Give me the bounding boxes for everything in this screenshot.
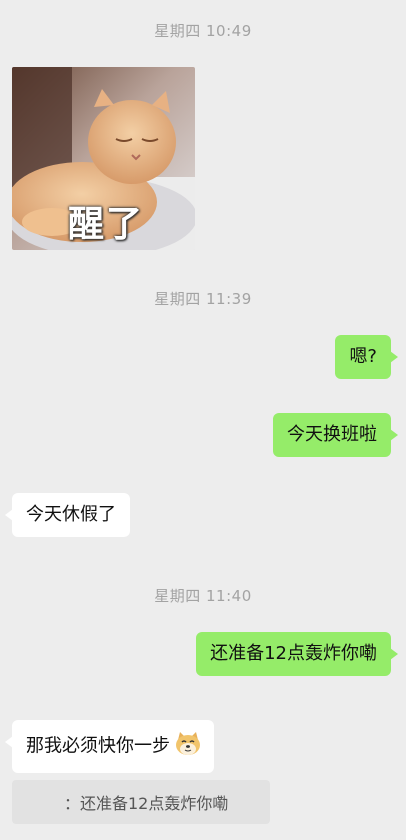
message-bubble-outgoing[interactable]: 今天换班啦 — [273, 413, 398, 457]
quoted-text: ：还准备12点轰炸你嘞 — [64, 794, 229, 813]
timestamp: 星期四 11:39 — [154, 290, 252, 308]
sticker-caption: 醒了 — [68, 204, 145, 245]
quoted-message[interactable]: ：还准备12点轰炸你嘞 — [12, 780, 270, 824]
message-bubble-incoming[interactable]: 今天休假了 — [5, 493, 130, 537]
message-bubble-outgoing[interactable]: 还准备12点轰炸你嘞 — [196, 632, 398, 676]
cat-sticker-image[interactable]: 醒了 — [12, 67, 195, 250]
doge-emoji-icon — [174, 730, 202, 763]
message-text: 还准备12点轰炸你嘞 — [210, 643, 377, 664]
message-bubble-outgoing[interactable]: 嗯? — [335, 335, 398, 379]
message-text: 今天换班啦 — [287, 424, 377, 445]
timestamp: 星期四 11:40 — [154, 587, 252, 605]
message-bubble-incoming[interactable]: 那我必须快你一步 — [5, 720, 214, 773]
timestamp: 星期四 10:49 — [154, 22, 252, 40]
message-text: 嗯? — [349, 346, 377, 367]
message-text: 今天休假了 — [26, 504, 116, 525]
message-text: 那我必须快你一步 — [26, 735, 170, 757]
